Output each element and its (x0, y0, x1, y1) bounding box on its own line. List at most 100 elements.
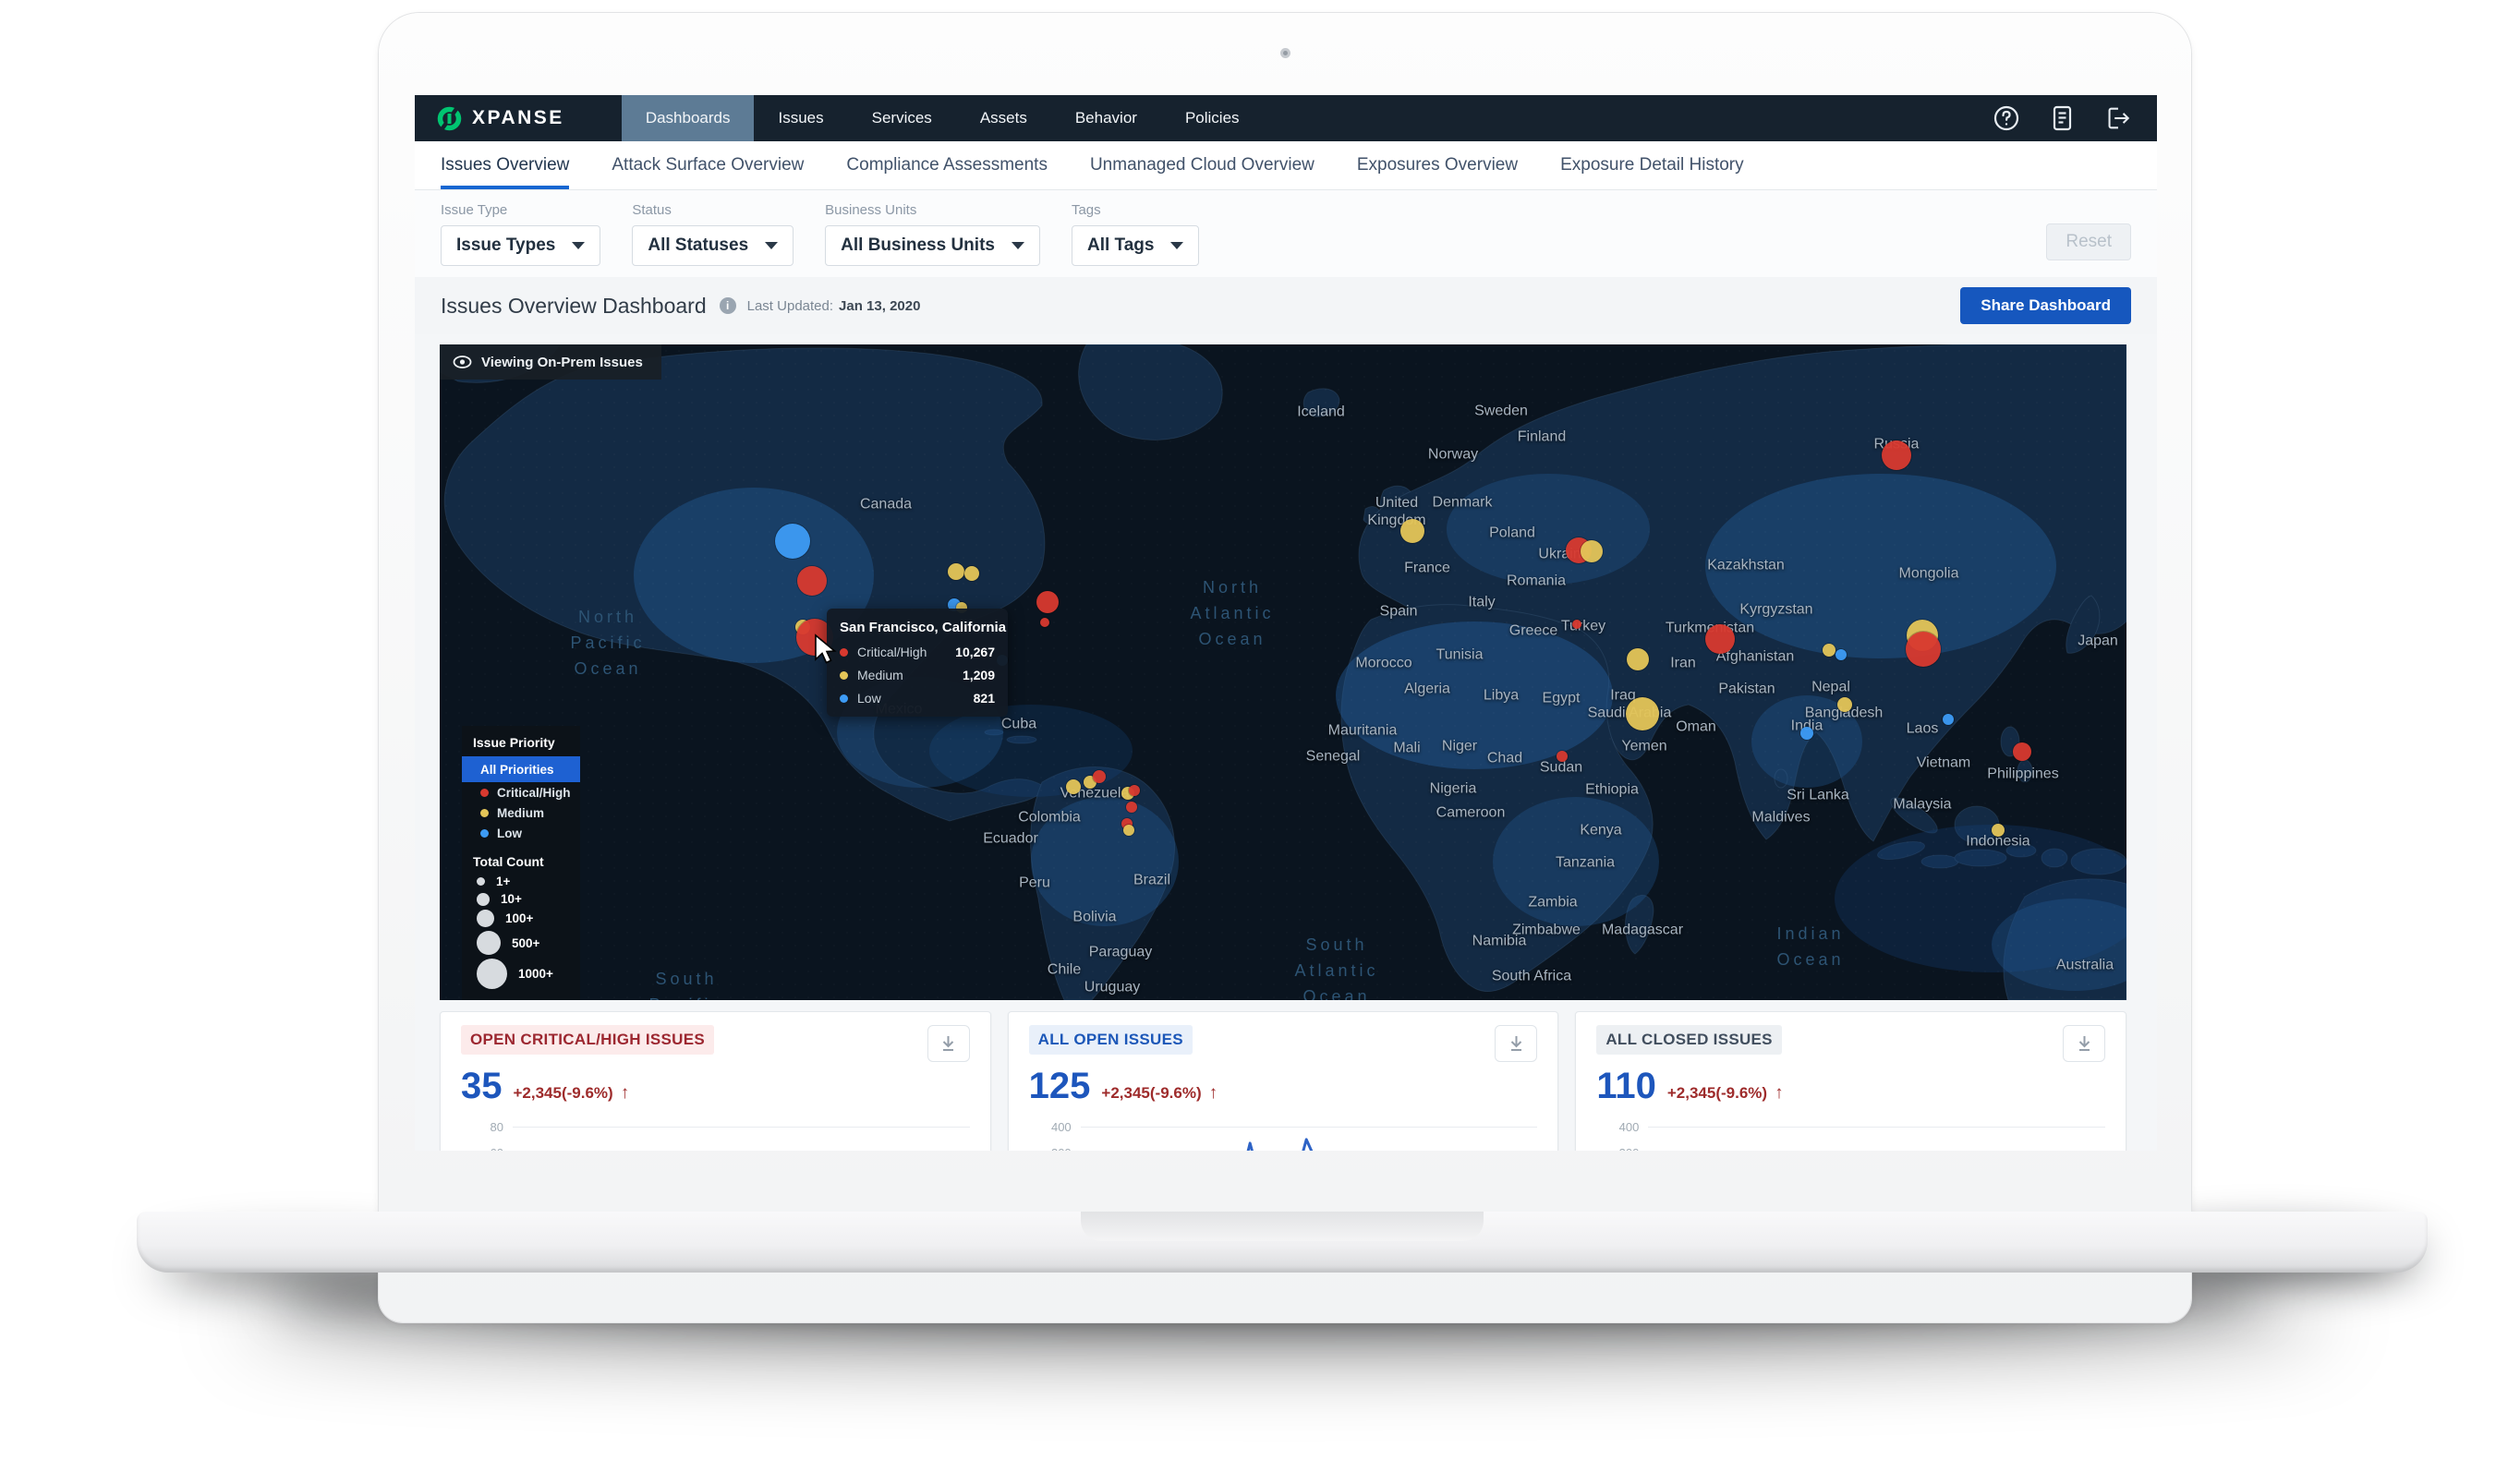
map-marker-critical[interactable] (1557, 751, 1568, 762)
country-label-malaysia: Malaysia (1893, 795, 1951, 813)
mouse-cursor-icon (813, 633, 841, 665)
map-marker-medium[interactable] (1992, 824, 2005, 837)
subtab-exposures-overview[interactable]: Exposures Overview (1357, 141, 1518, 189)
country-label-zambia: Zambia (1528, 893, 1577, 911)
country-label-greece: Greece (1509, 621, 1557, 639)
laptop-base (137, 1212, 2428, 1273)
legend-size-item: 500+ (462, 931, 580, 955)
map-marker-critical[interactable] (1040, 618, 1049, 627)
country-label-laos: Laos (1907, 719, 1939, 737)
map-marker-low[interactable] (775, 524, 810, 559)
map-marker-critical[interactable] (797, 566, 827, 596)
priority-label: Medium (497, 806, 544, 820)
map-marker-critical[interactable] (1093, 770, 1106, 783)
info-icon[interactable]: i (720, 297, 736, 314)
map-marker-critical[interactable] (1126, 802, 1137, 813)
card-delta: +2,345(-9.6%) (1101, 1084, 1201, 1103)
legend-priority-medium[interactable]: Medium (462, 802, 580, 823)
country-label-cameroon: Cameroon (1436, 803, 1506, 821)
map-marker-medium[interactable] (1627, 648, 1649, 670)
filter-label: Status (632, 202, 794, 218)
last-updated-value: Jan 13, 2020 (839, 298, 920, 314)
card-all-open-issues: ALL OPEN ISSUES 125 +2,345(-9.6%) ↑ 400 … (1008, 1011, 1559, 1151)
country-label-mali: Mali (1393, 739, 1420, 756)
tooltip-row-label: Medium (857, 668, 963, 682)
priority-label: Critical/High (497, 786, 571, 800)
page-title: Issues Overview Dashboard (441, 294, 707, 319)
tooltip-row: Critical/High 10,267 (840, 645, 995, 659)
map-marker-low[interactable] (1943, 714, 1954, 725)
map-marker-critical[interactable] (2013, 742, 2031, 761)
country-label-senegal: Senegal (1306, 747, 1361, 765)
nav-tab-services[interactable]: Services (848, 95, 956, 141)
map-marker-medium[interactable] (1626, 697, 1659, 730)
gridline (1648, 1127, 2105, 1128)
country-label-algeria: Algeria (1404, 680, 1450, 697)
size-circle-icon (477, 931, 501, 955)
nav-tab-behavior[interactable]: Behavior (1051, 95, 1161, 141)
map-marker-low[interactable] (1800, 727, 1813, 740)
filter-status[interactable]: All Statuses (632, 225, 794, 266)
filters-bar: Issue Type Issue Types Status All Status… (415, 190, 2157, 277)
legend-size-list: 1+ 10+ 100+ 500+ 1000+ (462, 875, 580, 989)
country-label-kazakhstan: Kazakhstan (1707, 556, 1785, 573)
card-open-critical-high-issues: OPEN CRITICAL/HIGH ISSUES 35 +2,345(-9.6… (440, 1011, 991, 1151)
map-marker-medium[interactable] (1066, 779, 1081, 794)
size-circle-icon (477, 959, 507, 989)
card-value-row: 125 +2,345(-9.6%) ↑ (1029, 1066, 1538, 1106)
country-label-namibia: Namibia (1472, 932, 1527, 949)
priority-dot-icon (480, 789, 489, 797)
map-marker-low[interactable] (1835, 649, 1847, 660)
download-button[interactable] (927, 1025, 970, 1062)
nav-tab-assets[interactable]: Assets (956, 95, 1051, 141)
download-button[interactable] (2063, 1025, 2105, 1062)
country-label-sweden: Sweden (1474, 402, 1528, 419)
priority-label: Low (497, 826, 522, 840)
subtab-unmanaged-cloud-overview[interactable]: Unmanaged Cloud Overview (1090, 141, 1315, 189)
sign-out-icon[interactable] (2103, 104, 2131, 132)
nav-tab-issues[interactable]: Issues (754, 95, 847, 141)
subtab-compliance-assessments[interactable]: Compliance Assessments (846, 141, 1048, 189)
map-marker-medium[interactable] (964, 566, 979, 581)
card-value-row: 110 +2,345(-9.6%) ↑ (1596, 1066, 2105, 1106)
release-notes-icon[interactable] (2048, 104, 2076, 132)
size-label: 10+ (501, 892, 522, 906)
map-marker-critical[interactable] (1036, 591, 1059, 613)
download-icon (1508, 1034, 1525, 1053)
share-dashboard-button[interactable]: Share Dashboard (1960, 287, 2131, 324)
reset-button[interactable]: Reset (2046, 223, 2131, 260)
legend-priority-critical-high[interactable]: Critical/High (462, 782, 580, 802)
map-marker-medium[interactable] (1823, 644, 1835, 657)
map-marker-critical[interactable] (1882, 440, 1911, 470)
world-map[interactable]: Viewing On-Prem Issues Issue Priority Al… (440, 344, 2126, 1000)
map-marker-medium[interactable] (1400, 519, 1424, 543)
country-label-brazil: Brazil (1133, 871, 1170, 888)
subtab-issues-overview[interactable]: Issues Overview (441, 141, 569, 189)
download-button[interactable] (1495, 1025, 1537, 1062)
filter-issue-type[interactable]: Issue Types (441, 225, 600, 266)
subtab-exposure-detail-history[interactable]: Exposure Detail History (1560, 141, 1744, 189)
country-label-romania: Romania (1507, 572, 1566, 589)
country-label-france: France (1404, 559, 1450, 576)
map-marker-medium[interactable] (1837, 697, 1852, 712)
help-icon[interactable] (1993, 104, 2020, 132)
filter-business-units[interactable]: All Business Units (825, 225, 1040, 266)
map-marker-critical[interactable] (1705, 624, 1735, 654)
map-marker-medium[interactable] (1581, 540, 1603, 562)
map-marker-critical[interactable] (1572, 620, 1581, 629)
nav-tab-dashboards[interactable]: Dashboards (622, 95, 755, 141)
map-marker-critical[interactable] (1906, 632, 1941, 667)
filter-label: Tags (1072, 202, 1200, 218)
map-marker-medium[interactable] (948, 563, 964, 580)
filter-value: All Tags (1087, 235, 1155, 256)
nav-tab-policies[interactable]: Policies (1161, 95, 1264, 141)
filter-tags[interactable]: All Tags (1072, 225, 1200, 266)
legend-priority-low[interactable]: Low (462, 823, 580, 843)
filter: Business Units All Business Units (825, 202, 1040, 277)
map-marker-medium[interactable] (1123, 825, 1134, 836)
filter-value: Issue Types (456, 235, 555, 256)
subtab-attack-surface-overview[interactable]: Attack Surface Overview (612, 141, 804, 189)
priority-dot-icon (480, 809, 489, 817)
map-marker-critical[interactable] (1129, 785, 1140, 796)
legend-all-priorities[interactable]: All Priorities (462, 756, 580, 782)
